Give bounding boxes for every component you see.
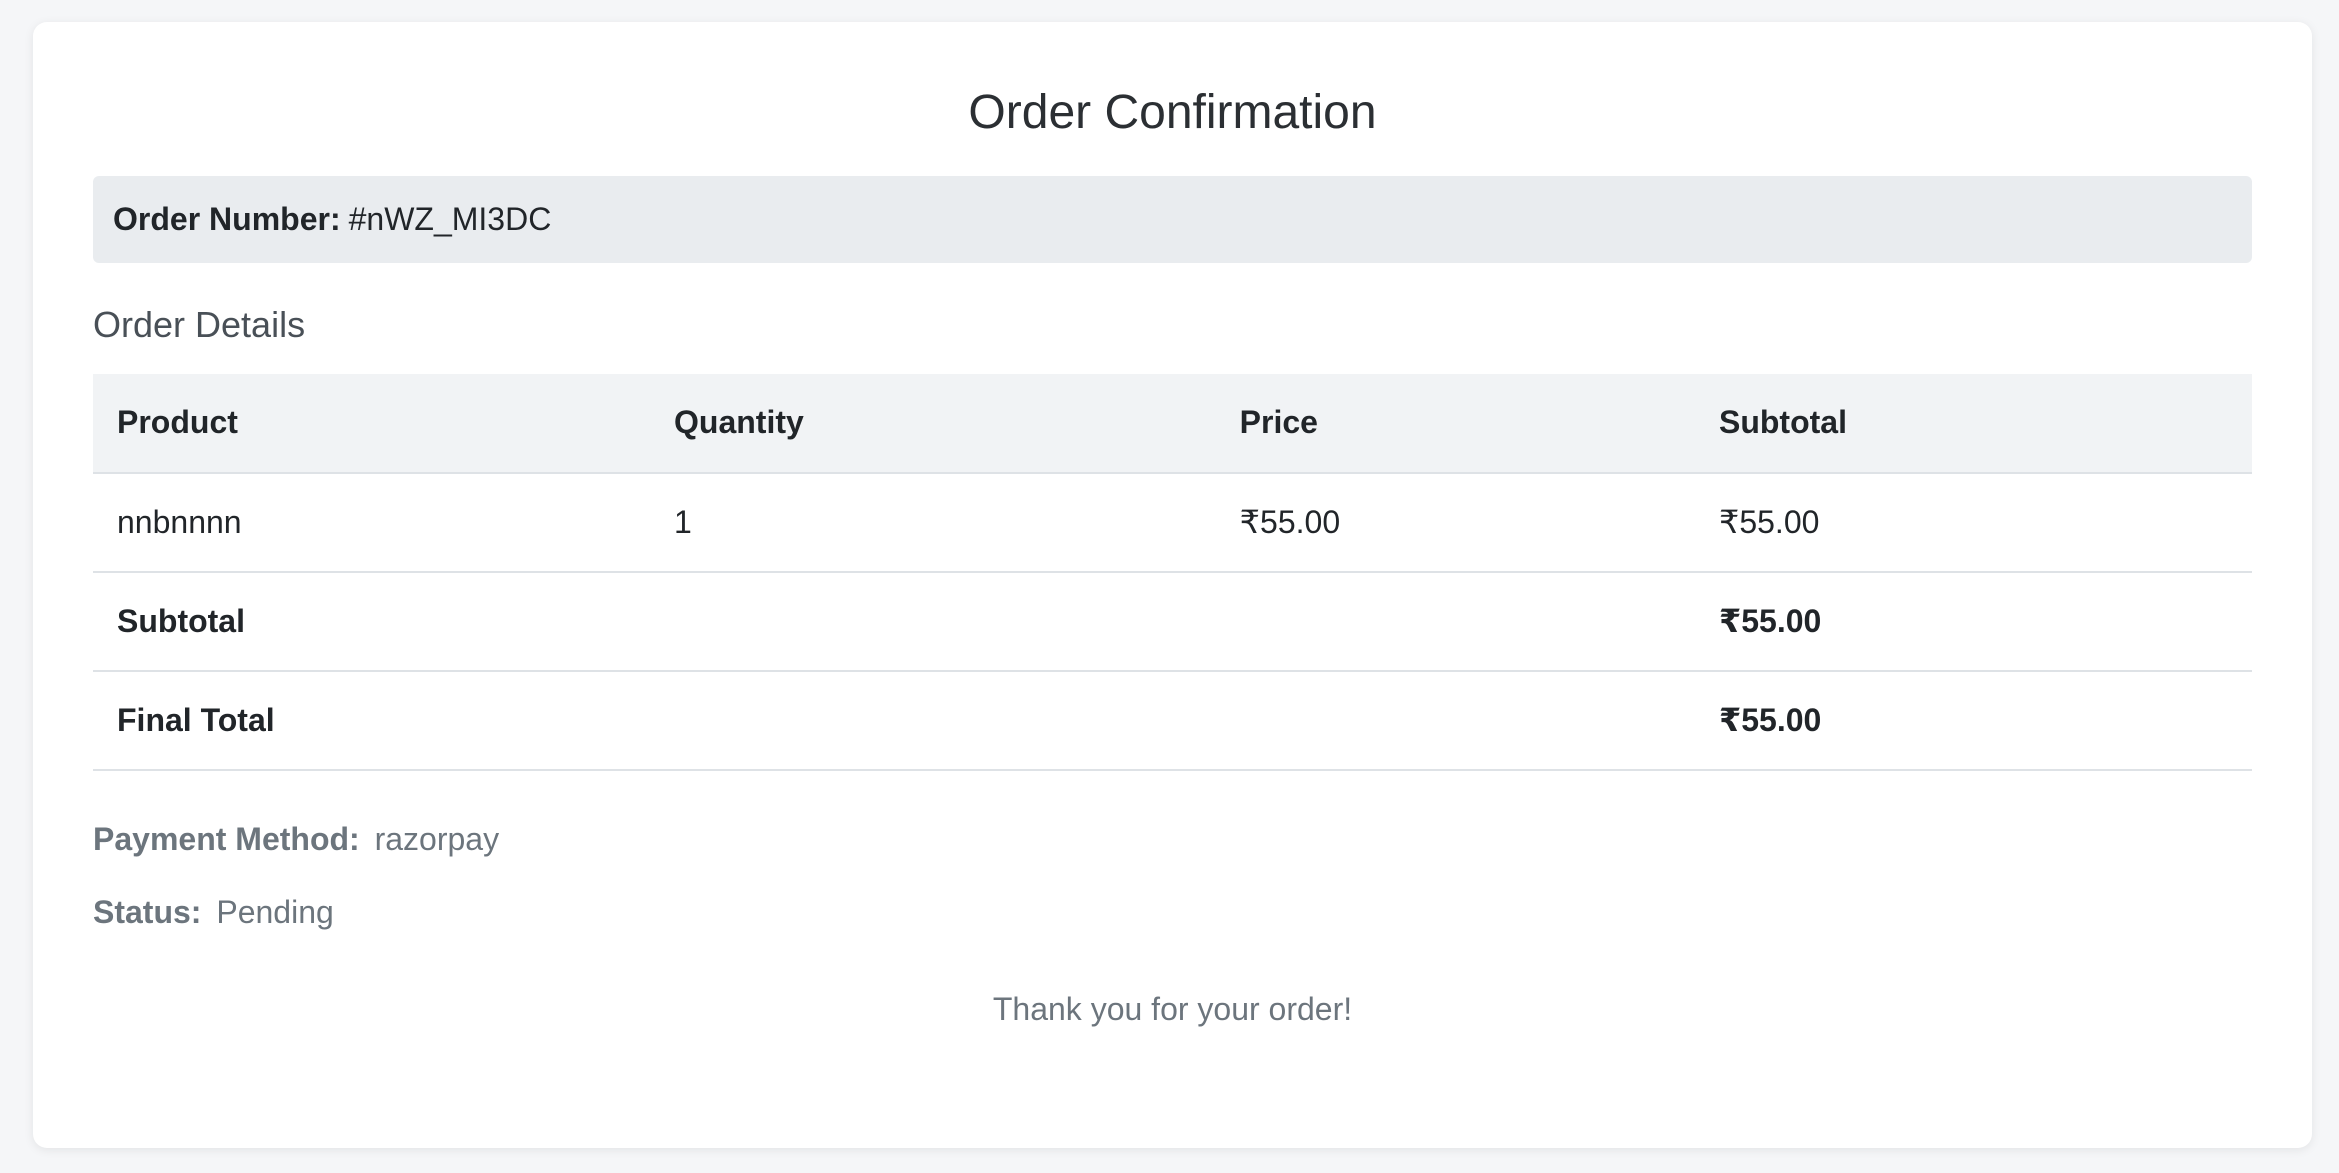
payment-method: Payment Method: razorpay [93,821,2252,858]
order-number-value: #nWZ_MI3DC [348,200,552,237]
payment-info: Payment Method: razorpay Status: Pending [93,821,2252,931]
payment-method-value: razorpay [374,820,500,857]
table-row: nnbnnnn 1 ₹55.00 ₹55.00 [93,472,2252,573]
item-quantity: 1 [650,472,1216,573]
order-status: Status: Pending [93,894,2252,931]
order-number-banner: Order Number: #nWZ_MI3DC [93,175,2252,263]
column-header-price: Price [1215,373,1695,474]
subtotal-row: Subtotal ₹55.00 [93,571,2252,672]
status-value: Pending [216,893,334,930]
column-header-product: Product [93,373,651,474]
status-label: Status: [93,893,202,930]
column-header-subtotal: Subtotal [1694,373,2252,474]
order-confirmation-card: Order Confirmation Order Number: #nWZ_MI… [33,22,2312,1148]
page-title: Order Confirmation [968,86,1377,139]
order-number-label: Order Number: [113,200,341,237]
subtotal-value: ₹55.00 [1694,571,2252,672]
item-price: ₹55.00 [1215,472,1695,573]
order-details-table: Product Quantity Price Subtotal nnbnnnn … [93,373,2252,771]
column-header-quantity: Quantity [650,373,1216,474]
table-header-row: Product Quantity Price Subtotal [93,373,2252,474]
final-total-row: Final Total ₹55.00 [93,670,2252,771]
item-subtotal: ₹55.00 [1694,472,2252,573]
subtotal-label: Subtotal [93,571,651,672]
final-total-label: Final Total [93,670,651,771]
payment-method-label: Payment Method: [93,820,360,857]
item-product: nnbnnnn [93,472,651,573]
final-total-value: ₹55.00 [1694,670,2252,771]
order-details-heading: Order Details [93,303,306,345]
thank-you-message: Thank you for your order! [992,990,1353,1027]
